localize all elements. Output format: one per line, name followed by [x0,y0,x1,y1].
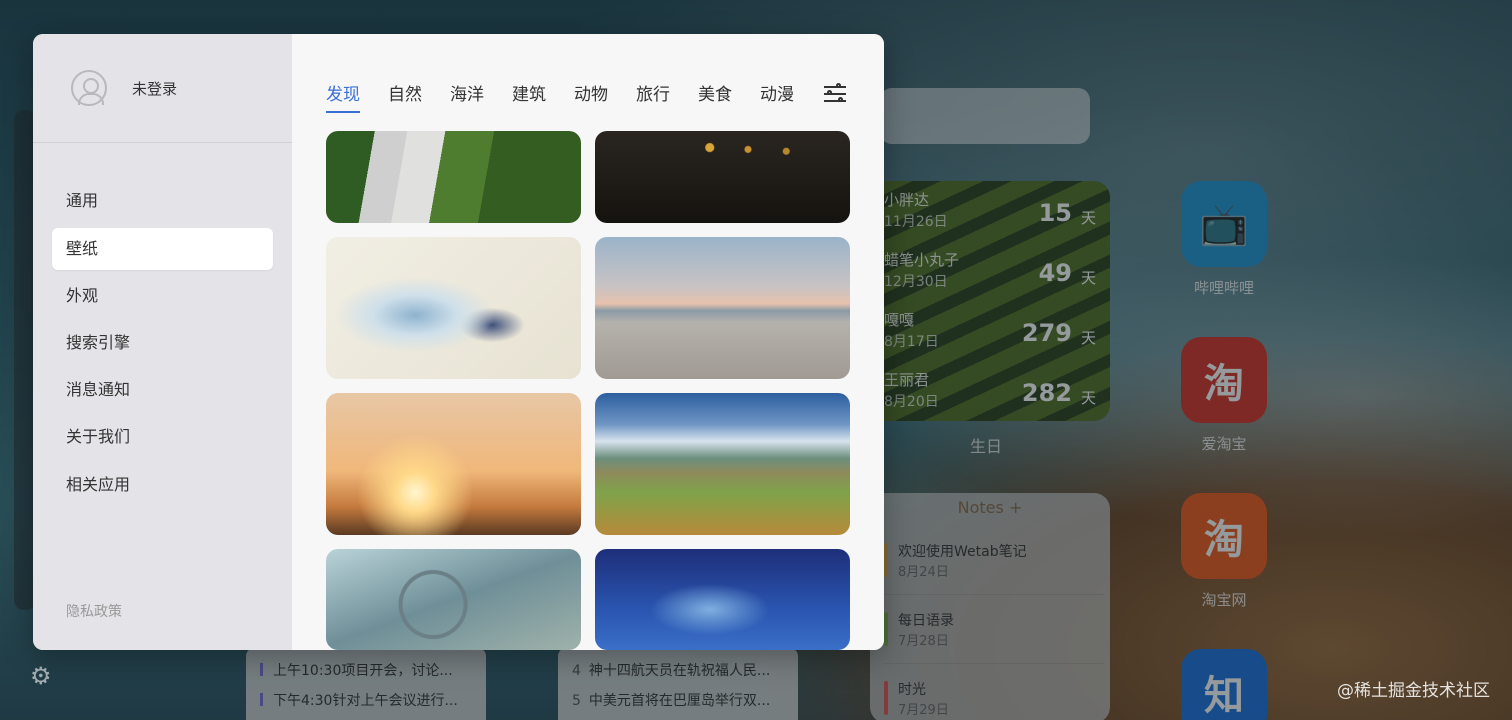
menu-item-wallpaper[interactable]: 壁纸 [52,228,273,270]
wallpaper-thumbnail[interactable] [595,131,850,223]
watermark: @稀土掘金技术社区 [1337,681,1490,701]
gear-icon[interactable]: ⚙ [30,662,58,690]
wallpaper-thumbnail[interactable] [326,237,581,379]
settings-modal: 未登录 通用 壁纸 外观 搜索引擎 消息通知 关于我们 相关应用 隐私政策 发现… [33,34,884,650]
wallpaper-thumbnail[interactable] [326,131,581,223]
tab-animals[interactable]: 动物 [574,80,608,111]
menu-item-related-apps[interactable]: 相关应用 [52,464,273,506]
tab-food[interactable]: 美食 [698,80,732,111]
login-status[interactable]: 未登录 [132,78,177,99]
filter-settings-icon[interactable] [824,83,848,105]
privacy-policy-link[interactable]: 隐私政策 [66,601,122,621]
tab-ocean[interactable]: 海洋 [450,80,484,111]
tab-nature[interactable]: 自然 [388,80,422,111]
divider [33,142,292,143]
wallpaper-category-tabs: 发现 自然 海洋 建筑 动物 旅行 美食 动漫 [326,80,796,116]
wallpaper-thumbnail[interactable] [326,393,581,535]
tab-anime[interactable]: 动漫 [760,80,794,111]
menu-item-notifications[interactable]: 消息通知 [52,369,273,411]
wallpaper-thumbnail[interactable] [326,549,581,650]
tab-discover[interactable]: 发现 [326,80,360,113]
settings-sidebar: 未登录 通用 壁纸 外观 搜索引擎 消息通知 关于我们 相关应用 隐私政策 [33,34,292,650]
wallpaper-thumbnail[interactable] [595,549,850,650]
wallpaper-thumbnail[interactable] [595,237,850,379]
wallpaper-panel: 发现 自然 海洋 建筑 动物 旅行 美食 动漫 [292,34,884,650]
menu-item-appearance[interactable]: 外观 [52,275,273,317]
tab-architecture[interactable]: 建筑 [512,80,546,111]
menu-item-general[interactable]: 通用 [52,180,273,222]
menu-item-search-engine[interactable]: 搜索引擎 [52,322,273,364]
avatar-icon[interactable] [71,70,107,106]
menu-item-about[interactable]: 关于我们 [52,416,273,458]
tab-travel[interactable]: 旅行 [636,80,670,111]
wallpaper-thumbnail[interactable] [595,393,850,535]
